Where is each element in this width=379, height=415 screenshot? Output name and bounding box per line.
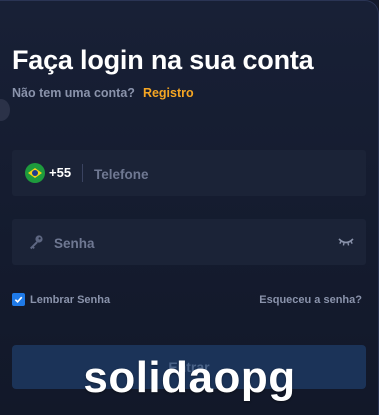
brazil-flag-icon[interactable] <box>25 163 45 183</box>
password-field[interactable] <box>12 219 366 267</box>
phone-field[interactable]: +55 <box>12 150 366 198</box>
password-input[interactable] <box>52 219 336 267</box>
register-link[interactable]: Registro <box>143 86 194 100</box>
dial-code[interactable]: +55 <box>49 165 71 180</box>
remember-label: Lembrar Senha <box>30 293 111 306</box>
eye-closed-icon[interactable] <box>338 236 354 248</box>
check-icon <box>14 296 23 304</box>
remember-password[interactable]: Lembrar Senha <box>12 293 110 306</box>
phone-input[interactable] <box>92 150 356 198</box>
divider <box>82 164 83 182</box>
no-account-text: Não tem uma conta? <box>12 86 135 100</box>
remember-checkbox[interactable] <box>12 293 25 306</box>
page-title: Faça login na sua conta <box>12 45 314 75</box>
login-panel: Faça login na sua conta Não tem uma cont… <box>0 0 379 415</box>
signup-prompt: Não tem uma conta? Registro <box>12 86 194 100</box>
side-handle <box>0 99 10 121</box>
watermark: solidaopg <box>83 353 296 402</box>
forgot-password-link[interactable]: Esqueceu a senha? <box>259 294 362 306</box>
key-icon <box>30 235 43 250</box>
